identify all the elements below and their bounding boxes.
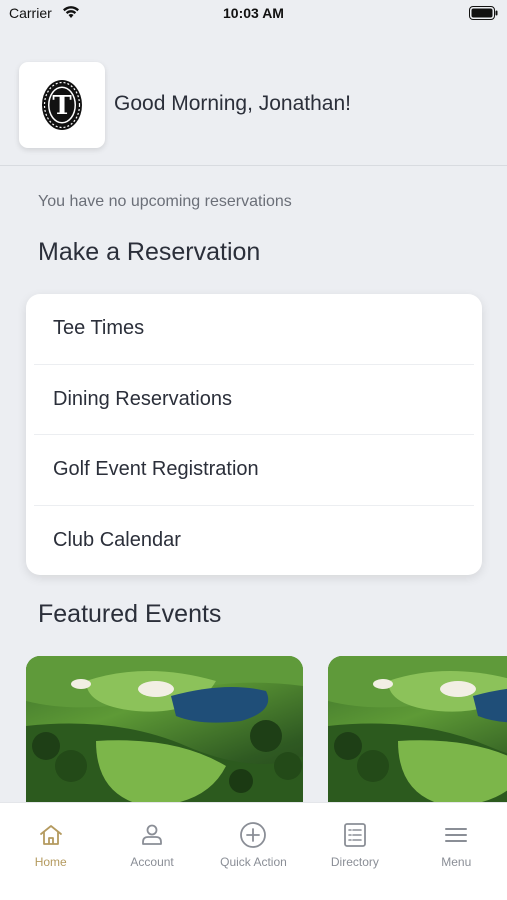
tab-account-label: Account	[130, 855, 174, 869]
reservation-options-card: Tee Times Dining Reservations Golf Event…	[26, 294, 482, 575]
make-reservation-title: Make a Reservation	[38, 238, 261, 266]
featured-events-title: Featured Events	[38, 600, 222, 628]
header: T Good Morning, Jonathan!	[0, 62, 507, 166]
event-card[interactable]	[328, 656, 507, 802]
tab-directory-label: Directory	[330, 855, 379, 869]
tab-quick-action[interactable]: Quick Action	[203, 803, 304, 873]
tab-account[interactable]: Account	[101, 803, 202, 873]
tab-directory[interactable]: Directory	[304, 803, 405, 873]
status-bar: Carrier 10:03 AM	[0, 0, 507, 28]
golf-course-image	[26, 656, 303, 802]
club-logo: T	[19, 62, 105, 148]
list-icon	[343, 823, 366, 847]
logo-letter: T	[52, 91, 72, 121]
account-icon	[142, 824, 162, 845]
tab-home-label: Home	[34, 855, 67, 869]
greeting-text: Good Morning, Jonathan!	[114, 92, 351, 115]
reservation-dining[interactable]: Dining Reservations	[34, 365, 474, 435]
featured-events-carousel[interactable]	[26, 656, 507, 802]
reservation-tee-times[interactable]: Tee Times	[34, 294, 474, 365]
event-card[interactable]	[26, 656, 303, 802]
no-reservations-message: You have no upcoming reservations	[38, 193, 292, 210]
home-icon	[39, 825, 62, 845]
club-crest-icon: T	[42, 80, 82, 130]
plus-circle-icon	[240, 822, 267, 848]
tab-menu-label: Menu	[441, 855, 472, 869]
status-time: 10:03 AM	[223, 5, 284, 21]
tab-bar: Home Account Quick Action Directory Menu	[0, 802, 507, 900]
golf-course-image	[328, 656, 507, 802]
menu-icon	[445, 828, 468, 842]
tab-quick-action-label: Quick Action	[220, 855, 287, 869]
battery-icon	[469, 6, 498, 20]
reservation-club-calendar[interactable]: Club Calendar	[34, 506, 474, 576]
tab-home[interactable]: Home	[0, 803, 101, 873]
reservation-golf-event[interactable]: Golf Event Registration	[34, 435, 474, 506]
tab-menu[interactable]: Menu	[406, 803, 507, 873]
